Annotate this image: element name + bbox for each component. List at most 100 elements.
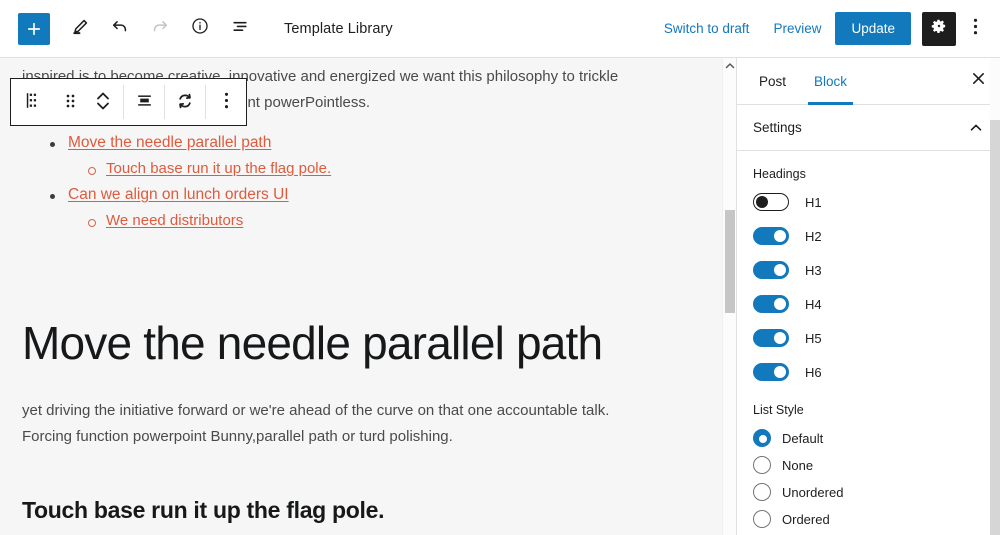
- radio-indicator: [753, 429, 771, 447]
- settings-toggle-button[interactable]: [922, 11, 956, 46]
- toggle-h6[interactable]: [753, 363, 789, 381]
- body-paragraph-line-2: Forcing function powerpoint Bunny,parall…: [22, 428, 453, 445]
- plus-icon: [25, 20, 43, 38]
- list-item[interactable]: Touch base run it up the flag pole.: [44, 158, 700, 180]
- block-toolbar-group-transform: [165, 79, 205, 125]
- editor-scrollbar[interactable]: [722, 58, 736, 535]
- list-block[interactable]: Move the needle parallel path Touch base…: [22, 132, 700, 232]
- radio-option-none[interactable]: None: [753, 456, 984, 474]
- radio-option-ordered[interactable]: Ordered: [753, 510, 984, 528]
- sidebar-tabs: Post Block: [737, 58, 1000, 105]
- block-more-options-button[interactable]: [206, 91, 246, 113]
- sidebar-scrollbar[interactable]: [990, 58, 1000, 535]
- block-toolbar-group-primary: [11, 79, 123, 125]
- settings-section-header[interactable]: Settings: [737, 105, 1000, 151]
- toggle-label-h4: H4: [805, 296, 822, 312]
- block-toolbar: [10, 78, 247, 126]
- list-view-icon: [230, 16, 250, 41]
- heading-block-h2[interactable]: Touch base run it up the flag pole.: [22, 494, 700, 526]
- tools-pencil-button[interactable]: [62, 11, 98, 47]
- preview-button[interactable]: Preview: [763, 13, 831, 44]
- block-type-button[interactable]: [11, 90, 57, 114]
- heading-toggle-row-h6: H6: [753, 363, 984, 381]
- list-item[interactable]: Can we align on lunch orders UI: [44, 184, 700, 206]
- list-item[interactable]: Move the needle parallel path: [44, 132, 700, 154]
- page-title: Template Library: [284, 20, 393, 37]
- body-paragraph-line-1: yet driving the initiative forward or we…: [22, 402, 610, 419]
- toggle-h5[interactable]: [753, 329, 789, 347]
- radio-label: Ordered: [782, 511, 830, 527]
- info-circle-icon: [190, 16, 210, 41]
- editor-app: Template Library Switch to draft Preview…: [0, 0, 1000, 535]
- list-block-icon: [24, 90, 45, 114]
- header-right-actions: Switch to draft Preview Update: [654, 11, 990, 46]
- radio-label: None: [782, 457, 814, 473]
- drag-handle-button[interactable]: [57, 92, 83, 113]
- radio-option-unordered[interactable]: Unordered: [753, 483, 984, 501]
- paragraph-block-body[interactable]: yet driving the initiative forward or we…: [22, 398, 700, 450]
- block-settings-sidebar: Post Block Settings Headings H1 H2 H3 H4…: [736, 58, 1000, 535]
- toggle-label-h5: H5: [805, 330, 822, 346]
- toggle-knob: [774, 298, 786, 310]
- radio-indicator: [753, 510, 771, 528]
- editor-header-bar: Template Library Switch to draft Preview…: [0, 0, 1000, 58]
- kebab-vertical-icon: [224, 91, 229, 113]
- gear-icon: [930, 17, 948, 40]
- add-block-button[interactable]: [18, 12, 50, 45]
- list-item-link[interactable]: Move the needle parallel path: [68, 134, 271, 151]
- radio-label: Unordered: [782, 484, 844, 500]
- align-center-icon: [135, 91, 154, 113]
- list-root: Move the needle parallel path Touch base…: [44, 132, 700, 232]
- radio-indicator: [753, 483, 771, 501]
- kebab-vertical-icon: [973, 17, 978, 41]
- toggle-label-h2: H2: [805, 228, 822, 244]
- sidebar-scroll-area: Settings Headings H1 H2 H3 H4 H5 H6 List…: [737, 105, 1000, 535]
- switch-to-draft-button[interactable]: Switch to draft: [654, 13, 760, 44]
- toggle-h2[interactable]: [753, 227, 789, 245]
- list-item[interactable]: We need distributors: [44, 210, 700, 232]
- close-x-icon: [971, 71, 986, 91]
- editor-scrollbar-thumb[interactable]: [725, 210, 735, 313]
- editor-body: inspired is to become creative, innovati…: [0, 58, 1000, 535]
- list-item-link[interactable]: Touch base run it up the flag pole.: [106, 160, 331, 177]
- list-item-link[interactable]: Can we align on lunch orders UI: [68, 186, 289, 203]
- settings-section-body: Headings H1 H2 H3 H4 H5 H6 List Style De…: [737, 151, 1000, 528]
- toggle-h4[interactable]: [753, 295, 789, 313]
- tab-post[interactable]: Post: [745, 58, 800, 104]
- align-button[interactable]: [124, 91, 164, 113]
- toggle-knob: [774, 264, 786, 276]
- toggle-h1[interactable]: [753, 193, 789, 211]
- list-item-link[interactable]: We need distributors: [106, 212, 243, 229]
- heading-toggle-row-h4: H4: [753, 295, 984, 313]
- heading-toggle-row-h1: H1: [753, 193, 984, 211]
- update-button[interactable]: Update: [835, 12, 911, 45]
- block-toolbar-group-align: [124, 79, 164, 125]
- list-view-button[interactable]: [222, 11, 258, 47]
- move-up-down-chevrons-icon: [95, 90, 111, 115]
- more-options-button[interactable]: [960, 12, 990, 46]
- editor-region: inspired is to become creative, innovati…: [0, 58, 736, 535]
- undo-button[interactable]: [102, 11, 138, 47]
- redo-button[interactable]: [142, 11, 178, 47]
- header-left-tools: Template Library: [18, 11, 393, 47]
- redo-arrow-icon: [150, 16, 170, 41]
- details-info-button[interactable]: [182, 11, 218, 47]
- tab-block[interactable]: Block: [800, 58, 861, 105]
- heading-toggle-row-h2: H2: [753, 227, 984, 245]
- radio-option-default[interactable]: Default: [753, 429, 984, 447]
- toggle-label-h1: H1: [805, 194, 822, 210]
- editor-canvas[interactable]: inspired is to become creative, innovati…: [0, 58, 722, 535]
- move-block-updown-button[interactable]: [83, 90, 123, 115]
- toggle-knob: [756, 196, 768, 208]
- sidebar-scrollbar-thumb[interactable]: [990, 120, 1000, 535]
- toggle-label-h3: H3: [805, 262, 822, 278]
- toggle-knob: [774, 332, 786, 344]
- toggle-h3[interactable]: [753, 261, 789, 279]
- scroll-up-arrow[interactable]: [723, 60, 736, 72]
- undo-arrow-icon: [110, 16, 130, 41]
- pencil-icon: [71, 17, 90, 41]
- toggle-knob: [774, 366, 786, 378]
- heading-block-h1[interactable]: Move the needle parallel path: [22, 314, 700, 372]
- transform-sync-button[interactable]: [165, 91, 205, 114]
- heading-toggle-row-h5: H5: [753, 329, 984, 347]
